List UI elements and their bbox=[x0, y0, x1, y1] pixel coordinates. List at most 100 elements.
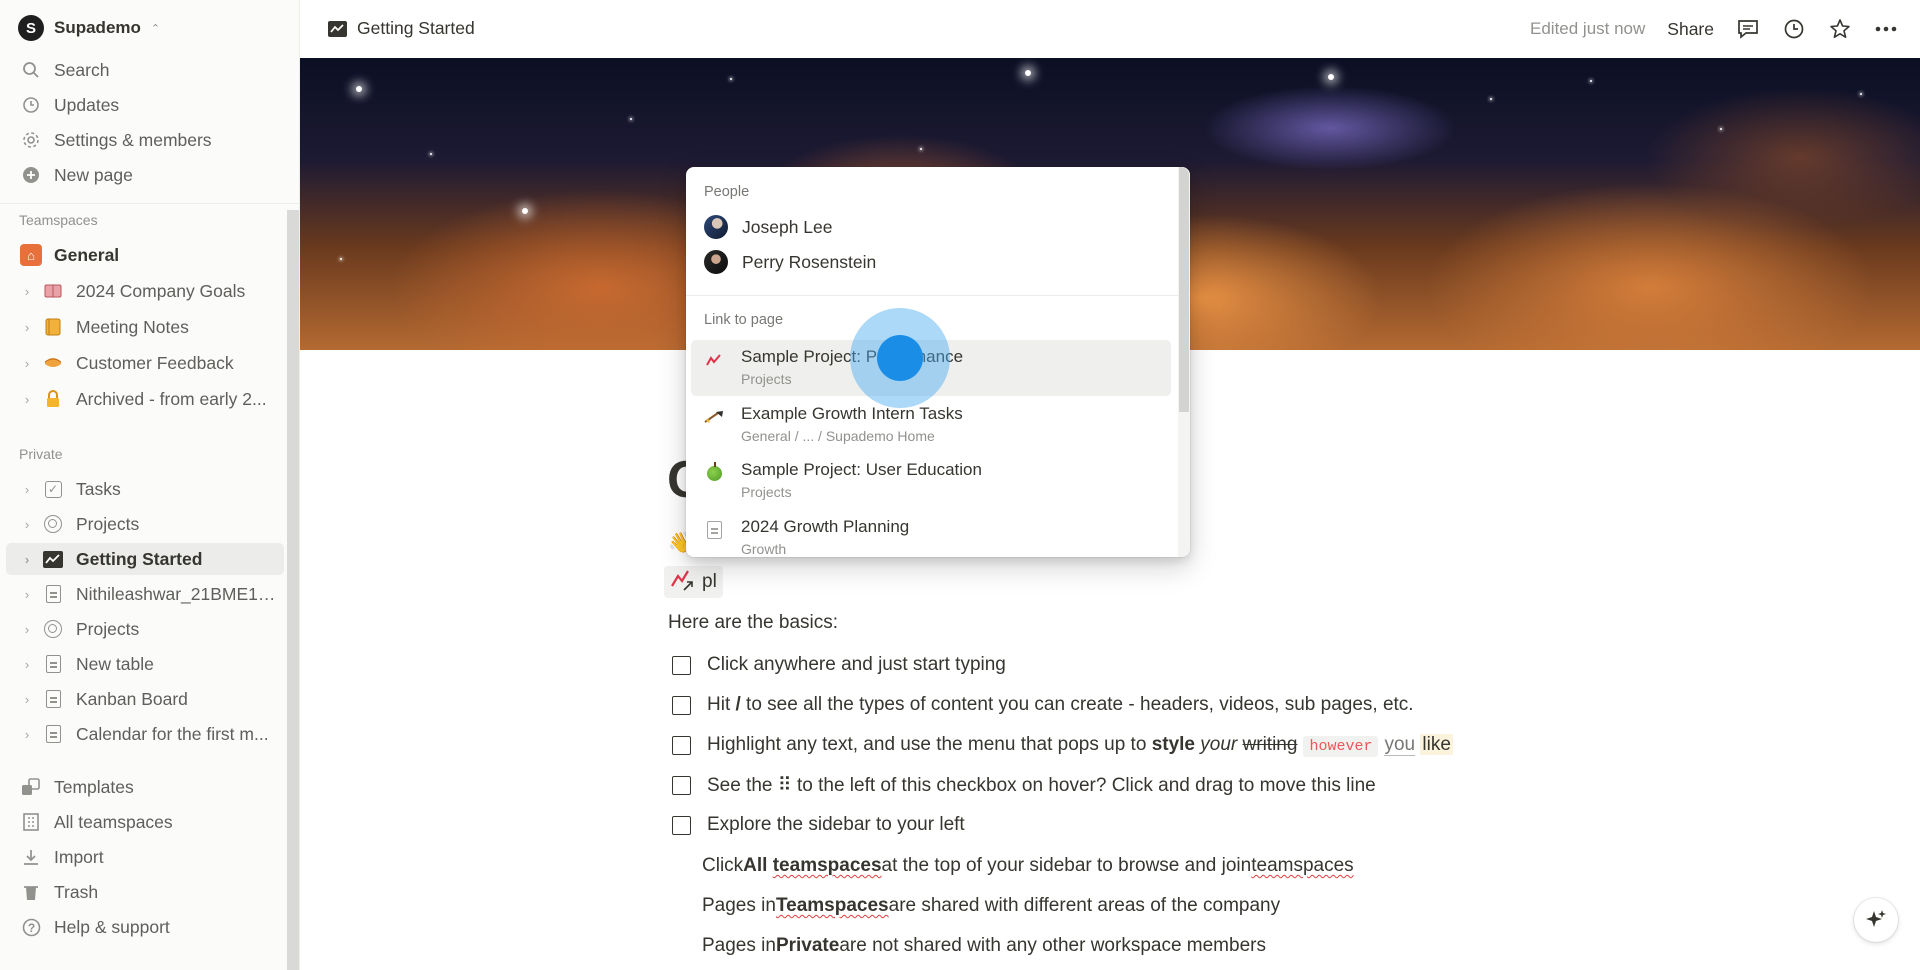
sidebar-item-kanban-board[interactable]: › Kanban Board bbox=[6, 683, 284, 715]
sidebar-all-teamspaces[interactable]: All teamspaces bbox=[6, 806, 284, 838]
star-icon[interactable] bbox=[1828, 17, 1852, 41]
more-icon[interactable] bbox=[1874, 17, 1898, 41]
gear-icon bbox=[20, 129, 42, 151]
todo-text: Highlight any text, and use the menu tha… bbox=[707, 734, 1453, 757]
sidebar-item-label: Settings & members bbox=[54, 129, 212, 150]
history-icon[interactable] bbox=[1782, 17, 1806, 41]
trash-icon bbox=[20, 881, 42, 903]
todo-item[interactable]: Hit / to see all the types of content yo… bbox=[672, 690, 1414, 720]
sidebar-item-customer-feedback[interactable]: › Customer Feedback bbox=[6, 347, 284, 379]
page-option-title: 2024 Growth Planning bbox=[741, 517, 910, 536]
popup-divider bbox=[686, 295, 1178, 296]
ai-sparkle-button[interactable] bbox=[1854, 898, 1898, 942]
person-item[interactable]: Perry Rosenstein bbox=[704, 247, 876, 277]
todo-checkbox[interactable] bbox=[672, 655, 691, 675]
document-icon bbox=[45, 655, 61, 673]
chevron-right-icon[interactable]: › bbox=[20, 392, 34, 407]
sidebar-import[interactable]: Import bbox=[6, 841, 284, 873]
chevron-right-icon[interactable]: › bbox=[20, 692, 34, 707]
people-heading: People bbox=[704, 184, 750, 200]
document-icon bbox=[45, 725, 61, 743]
page-option-path: Projects bbox=[741, 371, 792, 387]
workspace-name: Supademo bbox=[54, 18, 141, 37]
person-name: Perry Rosenstein bbox=[742, 251, 877, 272]
popup-scrollbar-thumb[interactable] bbox=[1179, 167, 1189, 412]
page-option-path: Projects bbox=[741, 484, 792, 500]
sidebar-new-page[interactable]: New page bbox=[6, 159, 284, 191]
todo-item[interactable]: See the ⠿ to the left of this checkbox o… bbox=[672, 770, 1376, 800]
sidebar-scrollbar[interactable] bbox=[287, 210, 299, 970]
chevron-right-icon[interactable]: › bbox=[20, 587, 34, 602]
download-icon bbox=[20, 846, 42, 868]
chevron-right-icon[interactable]: › bbox=[20, 517, 34, 532]
text-segment: to see all the types of content you can … bbox=[740, 694, 1414, 715]
chart-icon bbox=[43, 550, 63, 568]
sidebar-item-calendar[interactable]: › Calendar for the first m... bbox=[6, 718, 284, 750]
sidebar-templates[interactable]: Templates bbox=[6, 771, 284, 803]
sidebar-item-label: Help & support bbox=[54, 916, 170, 937]
sub-item[interactable]: Pages in Teamspaces are shared with diff… bbox=[702, 891, 1280, 921]
comment-icon[interactable] bbox=[1736, 17, 1760, 41]
workspace-switcher[interactable]: S Supademo ⌃ bbox=[18, 14, 160, 42]
todo-item[interactable]: Explore the sidebar to your left bbox=[672, 810, 965, 840]
sidebar-item-new-table[interactable]: › New table bbox=[6, 648, 284, 680]
todo-checkbox[interactable] bbox=[672, 695, 691, 715]
sidebar-item-label: General bbox=[54, 244, 120, 265]
sidebar-item-projects[interactable]: › Projects bbox=[6, 508, 284, 540]
breadcrumb[interactable]: Getting Started bbox=[328, 18, 475, 39]
sidebar-trash[interactable]: Trash bbox=[6, 876, 284, 908]
sidebar-updates[interactable]: Updates bbox=[6, 89, 284, 121]
bold-text: teamspaces bbox=[772, 855, 882, 876]
sidebar-item-tasks[interactable]: › ✓ Tasks bbox=[6, 473, 284, 505]
chevron-right-icon[interactable]: › bbox=[20, 657, 34, 672]
chevron-right-icon[interactable]: › bbox=[20, 320, 34, 335]
sidebar-item-general[interactable]: ⌂ General bbox=[6, 239, 284, 271]
sidebar-item-getting-started[interactable]: › Getting Started bbox=[6, 543, 284, 575]
sidebar-item-label: 2024 Company Goals bbox=[76, 280, 246, 301]
popup-scrollbar[interactable] bbox=[1178, 167, 1190, 557]
page-option[interactable]: Example Growth Intern Tasks General / ..… bbox=[691, 397, 1171, 453]
todo-item[interactable]: Highlight any text, and use the menu tha… bbox=[672, 730, 1453, 760]
todo-checkbox[interactable] bbox=[672, 735, 691, 755]
todo-checkbox[interactable] bbox=[672, 775, 691, 795]
chevron-right-icon[interactable]: › bbox=[20, 356, 34, 371]
chart-icon bbox=[328, 20, 347, 37]
sidebar-help[interactable]: ? Help & support bbox=[6, 911, 284, 943]
bold-text: style bbox=[1151, 734, 1195, 755]
templates-icon bbox=[20, 776, 42, 798]
star bbox=[1328, 74, 1334, 80]
mention-input[interactable]: pl bbox=[664, 566, 723, 598]
page-option[interactable]: Sample Project: User Education Projects bbox=[691, 453, 1171, 509]
sidebar: S Supademo ⌃ Search Updates Settings & m… bbox=[0, 0, 300, 970]
chevron-right-icon[interactable]: › bbox=[20, 552, 34, 567]
topbar-actions: Edited just now Share bbox=[1530, 14, 1898, 44]
sidebar-item-label: Kanban Board bbox=[76, 688, 188, 709]
chevron-right-icon[interactable]: › bbox=[20, 622, 34, 637]
page-option[interactable]: 2024 Growth Planning Growth bbox=[691, 510, 1171, 557]
todo-item[interactable]: Click anywhere and just start typing bbox=[672, 650, 1006, 680]
todo-text: Hit / to see all the types of content yo… bbox=[707, 694, 1414, 716]
sidebar-search[interactable]: Search bbox=[6, 54, 284, 86]
todo-checkbox[interactable] bbox=[672, 815, 691, 835]
topbar: Getting Started Edited just now Share bbox=[300, 0, 1920, 58]
sidebar-settings[interactable]: Settings & members bbox=[6, 124, 284, 156]
sidebar-item-nithileashwar[interactable]: › Nithileashwar_21BME10... bbox=[6, 578, 284, 610]
sidebar-item-meeting-notes[interactable]: › Meeting Notes bbox=[6, 311, 284, 343]
chevron-right-icon[interactable]: › bbox=[20, 482, 34, 497]
share-button[interactable]: Share bbox=[1667, 19, 1714, 40]
sub-item[interactable]: Pages in Private are not shared with any… bbox=[702, 931, 1266, 961]
sub-item[interactable]: Click All teamspaces at the top of your … bbox=[702, 851, 1354, 881]
sidebar-item-label: New table bbox=[76, 653, 154, 674]
chevron-right-icon[interactable]: › bbox=[20, 727, 34, 742]
sidebar-item-company-goals[interactable]: › 2024 Company Goals bbox=[6, 275, 284, 307]
person-item[interactable]: Joseph Lee bbox=[704, 212, 833, 242]
sidebar-item-projects-2[interactable]: › Projects bbox=[6, 613, 284, 645]
sidebar-item-archived[interactable]: › Archived - from early 2... bbox=[6, 383, 284, 415]
star bbox=[1860, 93, 1862, 95]
bold-text: Private bbox=[775, 935, 840, 956]
sidebar-item-label: Projects bbox=[76, 513, 140, 534]
chevron-right-icon[interactable]: › bbox=[20, 284, 34, 299]
teamspaces-heading: Teamspaces bbox=[19, 212, 98, 228]
basics-heading: Here are the basics: bbox=[668, 612, 839, 633]
strikethrough-text: writing bbox=[1242, 734, 1298, 755]
